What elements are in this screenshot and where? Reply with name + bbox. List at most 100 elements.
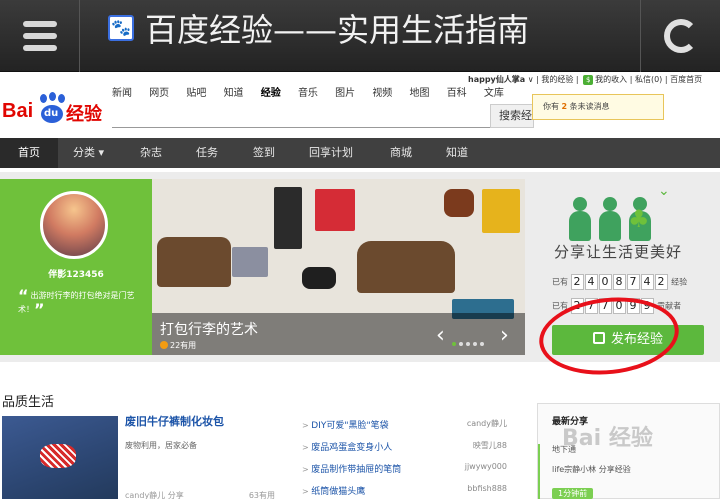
person-icon — [596, 197, 624, 243]
tab-share-plan[interactable]: 回享计划 — [309, 138, 353, 168]
latest-time: 1分钟前 — [552, 488, 594, 499]
shoes-image — [444, 189, 474, 217]
app-bar: 🐾 百度经验——实用生活指南 — [0, 0, 720, 72]
my-experience-link[interactable]: 我的经验 — [541, 75, 573, 84]
author-card[interactable]: 伴影123456 “出游时行李的打包绝对是门艺术！” — [0, 179, 152, 355]
next-slide-button[interactable]: › — [500, 323, 509, 348]
jacket-image — [274, 187, 302, 249]
article-list: DIY可爱"黑脸"笔袋 candy静儿 废品鸡蛋盒变身小人 映雪儿88 废品制作带抽… — [302, 418, 507, 499]
slide-dot[interactable] — [466, 342, 470, 346]
tree-icon: ♣ — [628, 205, 650, 233]
quote-icon: “ — [18, 286, 29, 305]
latest-entry[interactable]: life宗静小林 分享经验 — [552, 464, 631, 475]
slide-dot[interactable] — [473, 342, 477, 346]
banner-useful: 22有用 — [160, 340, 196, 351]
baidu-jingyan-logo[interactable]: Bai du 经验 — [2, 92, 112, 128]
tab-mall[interactable]: 商城 — [390, 138, 412, 168]
counter-label: 已有 — [552, 277, 568, 287]
slide-dot[interactable] — [452, 342, 456, 346]
my-income-link[interactable]: 我的收入 — [595, 75, 627, 84]
nav-baike[interactable]: 百科 — [447, 88, 467, 99]
list-item-title[interactable]: 纸筒做猫头鹰 — [302, 487, 365, 497]
useful-icon — [160, 341, 168, 349]
list-item-title[interactable]: DIY可爱"黑脸"笔袋 — [302, 421, 389, 431]
nav-jingyan[interactable]: 经验 — [261, 88, 281, 99]
counter-digit: 0 — [598, 274, 612, 290]
case-image — [232, 247, 268, 277]
logo-bai: Bai — [2, 100, 34, 122]
list-item[interactable]: 废品鸡蛋盒变身小人 映雪儿88 — [302, 440, 507, 462]
featured-thumbnail[interactable] — [2, 416, 118, 499]
nav-news[interactable]: 新闻 — [112, 88, 132, 99]
nav-tieba[interactable]: 贴吧 — [186, 88, 206, 99]
featured-banner[interactable]: 打包行李的艺术 22有用 ‹ › — [152, 179, 525, 355]
avatar[interactable] — [40, 191, 108, 259]
counter-digit: 8 — [612, 274, 626, 290]
counter-digit: 2 — [654, 274, 668, 290]
messages-link[interactable]: 私信(0) — [635, 75, 662, 84]
author-name[interactable]: 伴影123456 — [0, 267, 152, 280]
tab-category[interactable]: 分类 ▾ — [73, 138, 104, 168]
unread-messages-tip[interactable]: 你有 2 条未读消息 — [532, 94, 664, 120]
baidu-paw-icon: 🐾 — [108, 15, 134, 41]
counter-digit: 4 — [640, 274, 654, 290]
user-bar: happy仙人掌a ∨ | 我的经验 | $ 我的收入 | 私信(0) | 百度首… — [468, 74, 702, 85]
featured-share: 分享 — [167, 491, 184, 499]
search-button[interactable]: 搜索经验 — [490, 104, 534, 128]
featured-author[interactable]: candy静儿 — [125, 491, 165, 499]
nav-images[interactable]: 图片 — [335, 88, 355, 99]
chevron-down-icon[interactable]: ∨ — [528, 75, 534, 84]
hamburger-icon — [23, 33, 57, 39]
slide-dot[interactable] — [459, 342, 463, 346]
list-item[interactable]: 纸筒做猫头鹰 bbfish888 — [302, 484, 507, 499]
list-item[interactable]: DIY可爱"黑脸"笔袋 candy静儿 — [302, 418, 507, 440]
hamburger-icon — [23, 45, 57, 51]
featured-desc: 废物利用，居家必备 — [125, 441, 197, 450]
nav-map[interactable]: 地图 — [410, 88, 430, 99]
nav-video[interactable]: 视频 — [372, 88, 392, 99]
featured-meta: candy静儿 分享 63有用 — [125, 490, 275, 499]
paw-logo-icon: du — [36, 92, 66, 124]
list-item-author[interactable]: 映雪儿88 — [473, 440, 507, 451]
list-item-author[interactable]: jjwywy000 — [465, 462, 507, 471]
logo-jingyan: 经验 — [66, 104, 102, 125]
shoes-image — [302, 267, 336, 289]
tab-home[interactable]: 首页 — [0, 138, 58, 168]
counter-digit: 4 — [584, 274, 598, 290]
list-item[interactable]: 废品制作带抽屉的笔筒 jjwywy000 — [302, 462, 507, 484]
tip-suffix: 条未读消息 — [569, 102, 610, 111]
separator: | — [536, 75, 539, 84]
slide-dot[interactable] — [480, 342, 484, 346]
username-link[interactable]: happy仙人掌a — [468, 75, 525, 84]
list-item-title[interactable]: 废品鸡蛋盒变身小人 — [302, 443, 392, 453]
separator: | — [575, 75, 579, 84]
list-item-author[interactable]: candy静儿 — [467, 418, 507, 429]
nav-wenku[interactable]: 文库 — [484, 88, 504, 99]
hamburger-icon — [23, 21, 57, 27]
separator: | — [664, 75, 668, 84]
nav-music[interactable]: 音乐 — [298, 88, 318, 99]
main-nav: 首页 分类 ▾ 杂志 任务 签到 回享计划 商城 知道 — [0, 138, 720, 168]
section-title: 品质生活 — [2, 395, 55, 410]
featured-title[interactable]: 废旧牛仔裤制化妆包 — [125, 413, 224, 429]
baidu-home-link[interactable]: 百度首页 — [670, 75, 702, 84]
nav-web[interactable]: 网页 — [149, 88, 169, 99]
list-item-author[interactable]: bbfish888 — [467, 484, 507, 493]
tab-zhidao[interactable]: 知道 — [446, 138, 468, 168]
app-title: 百度经验——实用生活指南 — [145, 11, 530, 49]
prev-slide-button[interactable]: ‹ — [436, 323, 445, 348]
income-icon: $ — [583, 75, 594, 85]
tab-checkin[interactable]: 签到 — [253, 138, 275, 168]
separator: | — [629, 75, 633, 84]
tab-magazine[interactable]: 杂志 — [140, 138, 162, 168]
tab-tasks[interactable]: 任务 — [196, 138, 218, 168]
list-item-title[interactable]: 废品制作带抽屉的笔筒 — [302, 465, 401, 475]
timeline-bar — [538, 444, 540, 499]
counter-unit: 经验 — [671, 277, 688, 287]
refresh-button[interactable] — [640, 0, 720, 72]
useful-count: 22有用 — [170, 341, 197, 350]
banner-title[interactable]: 打包行李的艺术 — [160, 319, 258, 339]
menu-button[interactable] — [0, 0, 80, 72]
search-input[interactable] — [112, 104, 490, 128]
nav-zhidao[interactable]: 知道 — [224, 88, 244, 99]
